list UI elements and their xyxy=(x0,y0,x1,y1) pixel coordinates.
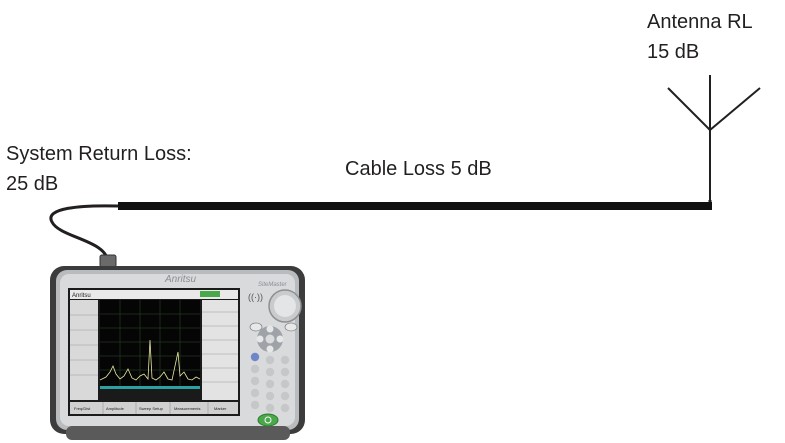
patch-cable xyxy=(49,204,119,264)
antenna-icon xyxy=(667,75,761,210)
power-button xyxy=(257,413,279,427)
enter-button xyxy=(284,322,298,332)
screen-brand: Anritsu xyxy=(72,293,91,299)
esc-button xyxy=(249,322,263,332)
model-name: SiteMaster xyxy=(258,282,288,288)
site-master-instrument: Anritsu Anritsu Freq/Dist Amplitude Swee… xyxy=(50,254,305,440)
menu-tab-sweep-setup: Sweep Setup xyxy=(139,406,164,411)
rf-connector xyxy=(99,254,117,268)
bezel-brand: Anritsu xyxy=(164,274,197,285)
menu-tab-freq-dist: Freq/Dist xyxy=(74,406,91,411)
wireless-icon: ((·)) xyxy=(248,292,263,302)
menu-tab-measurements: Measurements xyxy=(174,406,200,411)
menu-tab-amplitude: Amplitude xyxy=(106,406,125,411)
coax-cable xyxy=(118,202,712,210)
diagram-canvas: Anritsu Anritsu Freq/Dist Amplitude Swee… xyxy=(49,75,761,440)
menu-tab-marker: Marker xyxy=(214,406,227,411)
